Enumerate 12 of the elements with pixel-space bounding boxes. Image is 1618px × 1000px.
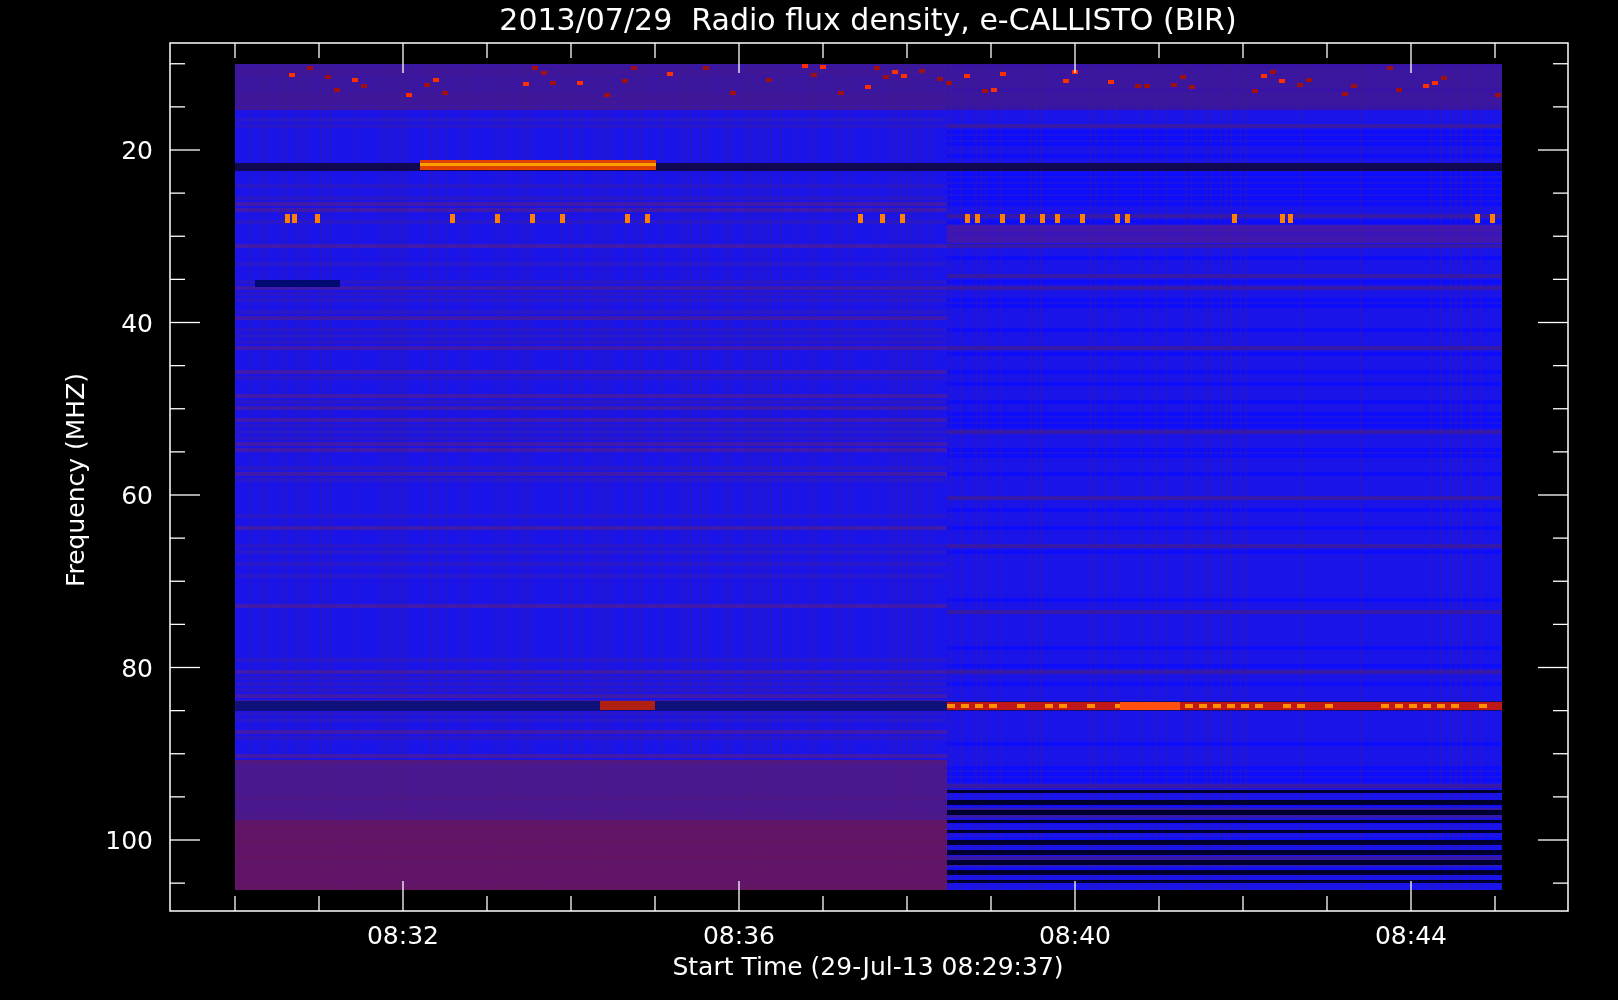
axis-tick-label: 08:44 xyxy=(1375,921,1447,950)
axis-tick-label: 08:40 xyxy=(1039,921,1111,950)
axis-tick-label: 08:36 xyxy=(703,921,775,950)
chart-title: 2013/07/29 Radio flux density, e-CALLISTO (BIR) xyxy=(499,2,1237,37)
axis-tick-label: 60 xyxy=(121,481,153,510)
axis-tick-label: 40 xyxy=(121,308,153,338)
axis-tick-label: 80 xyxy=(121,653,153,683)
axis-tick-label: 08:32 xyxy=(367,921,439,950)
axis-title: Frequency (MHZ) xyxy=(61,372,90,588)
axis-tick-label: 20 xyxy=(121,136,153,165)
axis-tick-label: 100 xyxy=(105,826,153,855)
axis-title: Start Time (29-Jul-13 08:29:37) xyxy=(672,952,1064,981)
